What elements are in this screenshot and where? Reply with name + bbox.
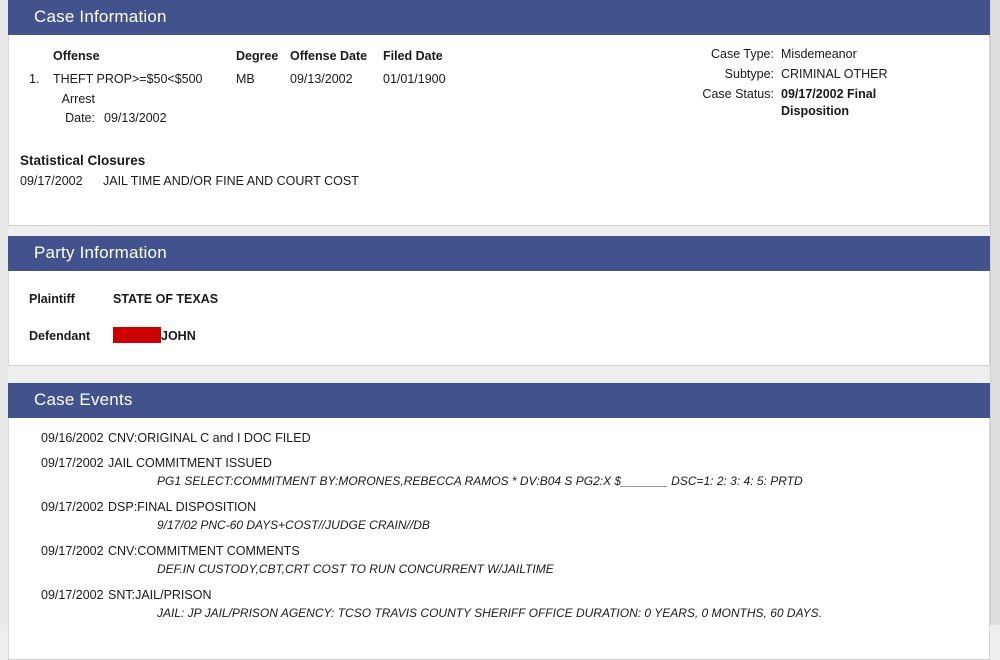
case-status-value: 09/17/2002 Final Disposition [781, 87, 877, 118]
case-event-row: 09/17/2002 JAIL COMMITMENT ISSUED PG1 SEL… [9, 455, 989, 490]
arrest-date-value: 09/13/2002 [104, 111, 167, 125]
offense-date: 09/13/2002 [290, 72, 353, 86]
case-event-row: 09/17/2002 CNV:COMMITMENT COMMENTS DEF.IN… [9, 543, 989, 578]
case-event-date: 09/17/2002 [41, 544, 104, 558]
case-type-row: Case Type: Misdemeanor [692, 46, 901, 63]
defendant-label: Defendant [29, 329, 91, 343]
case-type-value: Misdemeanor [781, 47, 857, 61]
offense-description: THEFT PROP>=$50<$500 [53, 72, 203, 86]
statistical-closures-title: Statistical Closures [20, 153, 146, 168]
case-events-list: 09/16/2002 CNV:ORIGINAL C and I DOC FILED… [9, 430, 989, 631]
right-scroll-gutter[interactable] [990, 0, 1000, 625]
offense-description-header: Offense [53, 49, 100, 63]
offense-filed-date: 01/01/1900 [383, 72, 446, 86]
offense-header-row: Offense Degree Offense Date Filed Date [22, 49, 473, 70]
case-event-date: 09/17/2002 [41, 500, 104, 514]
offense-num-header [22, 49, 51, 70]
statistical-closure-row: 09/17/2002 JAIL TIME AND/OR FINE AND COUR… [20, 174, 359, 188]
case-event-detail: PG1 SELECT:COMMITMENT BY:MORONES,REBECCA… [157, 474, 803, 488]
defendant-value: JOHN [161, 329, 196, 343]
case-event-main: 09/16/2002 CNV:ORIGINAL C and I DOC FILED [9, 430, 989, 446]
arrest-date-label: Date: [65, 111, 95, 125]
case-event-main: 09/17/2002 CNV:COMMITMENT COMMENTS [9, 543, 989, 559]
case-status-label: Case Status: [702, 87, 774, 101]
case-type-label: Case Type: [710, 47, 774, 61]
case-event-main: 09/17/2002 SNT:JAIL/PRISON [9, 587, 989, 603]
case-event-description: JAIL COMMITMENT ISSUED [108, 456, 272, 470]
subtype-row: Subtype: CRIMINAL OTHER [692, 66, 901, 83]
case-status-row: Case Status: 09/17/2002 Final Dispositio… [692, 86, 901, 120]
offense-filed-date-header: Filed Date [383, 49, 443, 63]
case-event-date: 09/16/2002 [41, 431, 104, 445]
arrest-label-line1: Arrest [20, 90, 210, 109]
case-information-panel: Case Information Offense Degree Offense … [8, 0, 990, 226]
case-meta-block: Case Type: Misdemeanor Subtype: CRIMINAL… [692, 46, 901, 123]
case-event-date: 09/17/2002 [41, 456, 104, 470]
case-event-detail: DEF.IN CUSTODY,CBT,CRT COST TO RUN CONCU… [157, 562, 554, 576]
plaintiff-label: Plaintiff [29, 291, 75, 306]
subtype-label: Subtype: [724, 67, 774, 81]
case-information-body: Offense Degree Offense Date Filed Date 1… [8, 35, 990, 226]
offense-date-header: Offense Date [290, 49, 368, 63]
statistical-closures-block: Statistical Closures 09/17/2002 JAIL TIME… [20, 153, 359, 188]
case-event-detail: JAIL: JP JAIL/PRISON AGENCY: TCSO TRAVIS… [157, 606, 823, 620]
case-event-detail: 9/17/02 PNC-60 DAYS+COST//JUDGE CRAIN//D… [157, 518, 430, 532]
party-information-panel: Party Information Plaintiff STATE OF TEXA… [8, 236, 990, 366]
case-event-row: 09/16/2002 CNV:ORIGINAL C and I DOC FILED [9, 430, 989, 446]
plaintiff-row: Plaintiff STATE OF TEXAS [29, 291, 969, 306]
arrest-date-block: Arrest Date: 09/13/2002 [20, 90, 210, 128]
case-event-description: DSP:FINAL DISPOSITION [108, 500, 257, 514]
party-information-body: Plaintiff STATE OF TEXAS Defendant JOHN [8, 271, 990, 366]
arrest-label-line2: Date: 09/13/2002 [20, 109, 210, 128]
statistical-closure-text: JAIL TIME AND/OR FINE AND COURT COST [103, 174, 359, 188]
defendant-row: Defendant JOHN [29, 327, 969, 344]
offense-degree: MB [236, 72, 255, 86]
offense-degree-header: Degree [236, 49, 279, 63]
offense-number: 1. [29, 72, 40, 86]
left-gutter [0, 0, 8, 625]
statistical-closure-date: 09/17/2002 [20, 174, 83, 188]
plaintiff-value: STATE OF TEXAS [113, 291, 219, 306]
case-event-date: 09/17/2002 [41, 588, 104, 602]
case-event-description: CNV:COMMITMENT COMMENTS [108, 544, 300, 558]
case-event-row: 09/17/2002 SNT:JAIL/PRISON JAIL: JP JAIL/… [9, 587, 989, 622]
case-event-description: CNV:ORIGINAL C and I DOC FILED [108, 431, 311, 445]
case-event-main: 09/17/2002 JAIL COMMITMENT ISSUED [9, 455, 989, 471]
offense-table: Offense Degree Offense Date Filed Date 1… [20, 47, 475, 88]
case-information-header: Case Information [8, 0, 990, 35]
case-record-page: Case Information Offense Degree Offense … [0, 0, 1000, 660]
subtype-value: CRIMINAL OTHER [781, 67, 888, 81]
case-event-row: 09/17/2002 DSP:FINAL DISPOSITION 9/17/02 … [9, 499, 989, 534]
case-event-main: 09/17/2002 DSP:FINAL DISPOSITION [9, 499, 989, 515]
arrest-label-top: Arrest [61, 92, 95, 106]
case-events-body: 09/16/2002 CNV:ORIGINAL C and I DOC FILED… [8, 418, 990, 660]
case-events-header: Case Events [8, 383, 990, 418]
case-event-description: SNT:JAIL/PRISON [108, 588, 212, 602]
offense-row: 1. THEFT PROP>=$50<$500 MB 09/13/2002 01… [22, 72, 473, 86]
redaction-block [113, 327, 161, 343]
party-information-header: Party Information [8, 236, 990, 271]
case-events-panel: Case Events 09/16/2002 CNV:ORIGINAL C and… [8, 383, 990, 660]
